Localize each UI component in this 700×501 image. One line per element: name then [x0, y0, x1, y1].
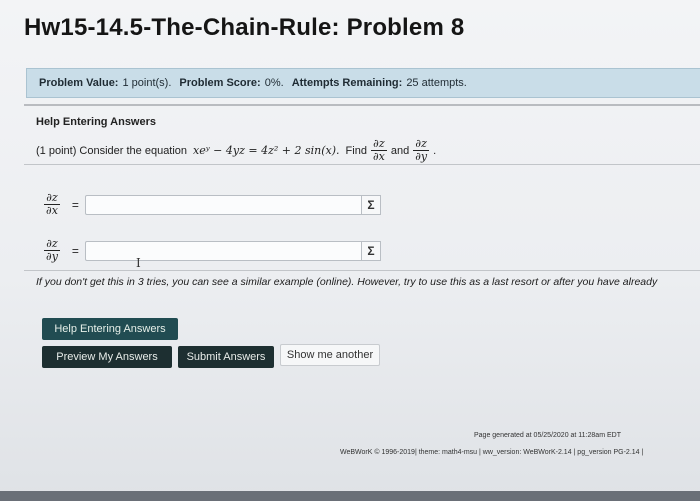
show-me-another-button[interactable]: Show me another — [280, 344, 380, 366]
submit-answers-button[interactable]: Submit Answers — [178, 346, 274, 368]
answer-row-dz-dx: ∂z ∂x = Σ — [40, 192, 405, 217]
problem-area: Help Entering Answers (1 point) Consider… — [24, 104, 700, 163]
statement-prefix: (1 point) Consider the equation — [36, 144, 188, 157]
answer-input-dz-dx[interactable] — [84, 194, 381, 215]
divider — [24, 164, 700, 165]
attempts-remaining: 25 attempts. — [406, 77, 467, 89]
problem-score: 0%. — [264, 77, 284, 89]
problem-value: 1 point(s). — [122, 77, 172, 89]
sigma-equation-editor-icon[interactable]: Σ — [360, 194, 381, 215]
help-entering-answers-link[interactable]: Help Entering Answers — [36, 116, 156, 128]
similar-example-note: If you don't get this in 3 tries, you ca… — [36, 276, 658, 288]
answer-label-dz-dx: ∂z ∂x — [44, 191, 60, 217]
page-title: Hw15-14.5-The-Chain-Rule: Problem 8 — [24, 14, 465, 41]
sigma-equation-editor-icon[interactable]: Σ — [360, 240, 381, 261]
equals-sign: = — [71, 243, 79, 258]
answer-label-dz-dy: ∂z ∂y — [44, 237, 60, 263]
screen-edge-band — [0, 491, 700, 501]
preview-answers-button[interactable]: Preview My Answers — [42, 346, 172, 368]
and-text: and — [390, 144, 410, 157]
problem-score-label: Problem Score: — [179, 77, 261, 89]
webwork-version-text: WeBWorK © 1996-2019| theme: math4-msu | … — [340, 449, 644, 456]
answer-input-dz-dy[interactable] — [84, 240, 381, 261]
statement-period: . — [433, 144, 437, 157]
page-generated-text: Page generated at 05/25/2020 at 11:28am … — [474, 432, 621, 439]
derivative-dz-dy: ∂z ∂y — [413, 137, 429, 163]
equation: xeʸ − 4yz = 4z² + 2 sin(x). — [193, 144, 340, 157]
problem-info-bar: Problem Value: 1 point(s). Problem Score… — [26, 68, 700, 98]
answer-row-dz-dy: ∂z ∂y = Σ — [40, 238, 405, 263]
problem-value-label: Problem Value: — [39, 77, 119, 89]
equals-sign: = — [71, 197, 79, 212]
attempts-remaining-label: Attempts Remaining: — [291, 77, 403, 89]
find-text: Find — [345, 144, 367, 157]
help-entering-answers-button[interactable]: Help Entering Answers — [42, 318, 178, 340]
divider — [24, 270, 700, 271]
problem-statement: (1 point) Consider the equation xeʸ − 4y… — [36, 138, 436, 163]
derivative-dz-dx: ∂z ∂x — [371, 137, 387, 163]
text-cursor-icon: I — [136, 256, 141, 270]
page-background: Hw15-14.5-The-Chain-Rule: Problem 8 Prob… — [0, 0, 700, 501]
